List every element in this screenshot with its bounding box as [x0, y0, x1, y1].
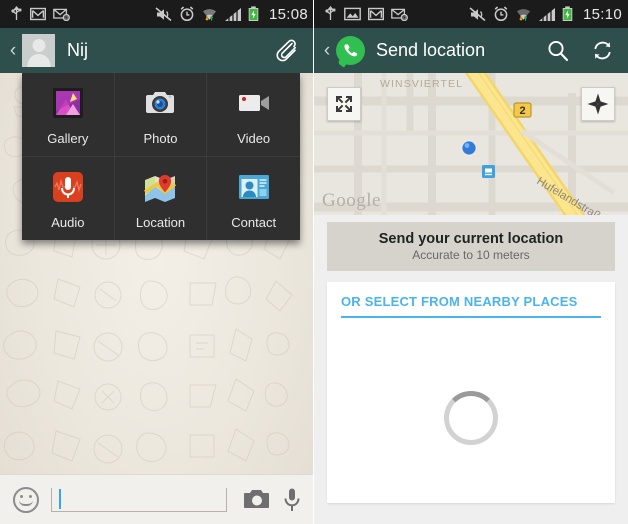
- attach-item-audio[interactable]: Audio: [22, 156, 115, 240]
- message-input-bar: [0, 474, 314, 524]
- location-app-bar: ‹ Send location: [314, 28, 628, 73]
- attach-item-video[interactable]: Video: [207, 73, 300, 157]
- camera-icon: [139, 82, 181, 124]
- send-current-location-subtitle: Accurate to 10 meters: [412, 248, 530, 262]
- microphone-icon: [47, 166, 89, 208]
- attach-item-label: Audio: [51, 215, 85, 231]
- battery-charging-icon: [248, 6, 259, 21]
- camera-icon[interactable]: [243, 488, 271, 512]
- google-watermark: Google: [322, 190, 381, 211]
- paperclip-icon[interactable]: [276, 39, 300, 63]
- video-camera-icon: [233, 82, 275, 124]
- road-shield-label: 2: [519, 105, 525, 117]
- left-screen-chat: @ 15:08 ‹ Nij Gallery Photo Video Audio …: [0, 0, 314, 524]
- status-bar: @: [0, 0, 314, 28]
- alarm-clock-icon: [180, 6, 194, 22]
- status-bar-notification-icons: @: [324, 6, 408, 22]
- attach-item-label: Gallery: [47, 131, 89, 147]
- wifi-icon: [202, 9, 216, 21]
- nearby-places-header: OR SELECT FROM NEARBY PLACES: [341, 294, 578, 309]
- nearby-places-underline: [341, 316, 601, 318]
- location-bar-actions: [546, 39, 618, 62]
- sound-muted-icon: [469, 6, 486, 21]
- alarm-clock-icon: [494, 6, 508, 22]
- signal-bars-icon: [224, 7, 241, 21]
- search-icon[interactable]: [546, 39, 569, 62]
- status-bar-system-icons: 15:10: [469, 6, 622, 23]
- whatsapp-logo-icon: [336, 36, 365, 65]
- signal-bars-icon: [538, 7, 555, 21]
- screenshot-icon: [344, 7, 361, 21]
- location-options-panel: Send your current location Accurate to 1…: [314, 215, 628, 524]
- status-bar-clock: 15:10: [582, 5, 622, 23]
- send-current-location-button[interactable]: Send your current location Accurate to 1…: [327, 222, 615, 271]
- expand-map-button[interactable]: [327, 87, 361, 121]
- map-label-neighborhood: WINSVIERTEL: [380, 78, 463, 90]
- nearby-places-card: OR SELECT FROM NEARBY PLACES: [327, 282, 615, 503]
- compass-icon: [587, 93, 609, 115]
- usb-icon: [325, 6, 336, 20]
- gmail-icon: [368, 7, 384, 21]
- message-input[interactable]: [51, 487, 227, 512]
- back-button[interactable]: ‹: [320, 40, 334, 62]
- status-bar-notification-icons: @: [10, 6, 70, 22]
- email-icon: @: [53, 8, 70, 21]
- attach-item-contact[interactable]: Contact: [207, 157, 300, 241]
- loading-spinner-icon: [444, 391, 498, 445]
- avatar[interactable]: [22, 34, 55, 67]
- text-caret: [59, 488, 61, 509]
- sound-muted-icon: [155, 6, 172, 21]
- map-pin-icon: [139, 166, 181, 208]
- status-bar-clock: 15:08: [268, 5, 308, 23]
- contact-card-icon: [233, 166, 275, 208]
- attach-item-label: Video: [237, 131, 271, 147]
- wifi-icon: [516, 9, 530, 21]
- usb-icon: [11, 6, 22, 20]
- page-title: Send location: [376, 40, 486, 60]
- attach-item-label: Location: [135, 215, 186, 231]
- send-current-location-title: Send your current location: [378, 231, 564, 247]
- status-bar-system-icons: 15:08: [155, 6, 308, 23]
- gallery-icon: [47, 82, 89, 124]
- back-button[interactable]: ‹: [6, 40, 20, 62]
- chat-app-bar: ‹ Nij: [0, 28, 314, 73]
- screen-divider: [313, 0, 314, 524]
- chat-bar-actions: [276, 39, 304, 63]
- status-bar: @: [314, 0, 628, 28]
- gmail-icon: [30, 7, 46, 21]
- dual-screenshot-container: @ 15:08 ‹ Nij Gallery Photo Video Audio …: [0, 0, 628, 524]
- right-screen-send-location: @ 15:10 ‹ Send location 2 WINSVIERTEL Hu…: [314, 0, 628, 524]
- compass-button[interactable]: [581, 87, 615, 121]
- attach-item-gallery[interactable]: Gallery: [22, 73, 115, 157]
- page-title: Nij: [67, 40, 88, 60]
- attach-item-label: Photo: [143, 131, 178, 147]
- microphone-icon[interactable]: [283, 487, 301, 513]
- smiley-icon[interactable]: [13, 486, 39, 513]
- refresh-icon[interactable]: [591, 39, 614, 62]
- svg-text:@: @: [402, 15, 407, 20]
- expand-arrows-icon: [336, 96, 352, 112]
- battery-charging-icon: [562, 6, 573, 21]
- attach-item-label: Contact: [231, 215, 277, 231]
- map-preview[interactable]: 2 WINSVIERTEL Hufelandstraße Google: [314, 73, 628, 215]
- attach-item-photo[interactable]: Photo: [114, 73, 208, 157]
- email-icon: @: [391, 8, 408, 21]
- attachment-menu: Gallery Photo Video Audio Location Conta…: [22, 73, 300, 240]
- attach-item-location[interactable]: Location: [115, 156, 208, 240]
- svg-text:@: @: [64, 15, 69, 20]
